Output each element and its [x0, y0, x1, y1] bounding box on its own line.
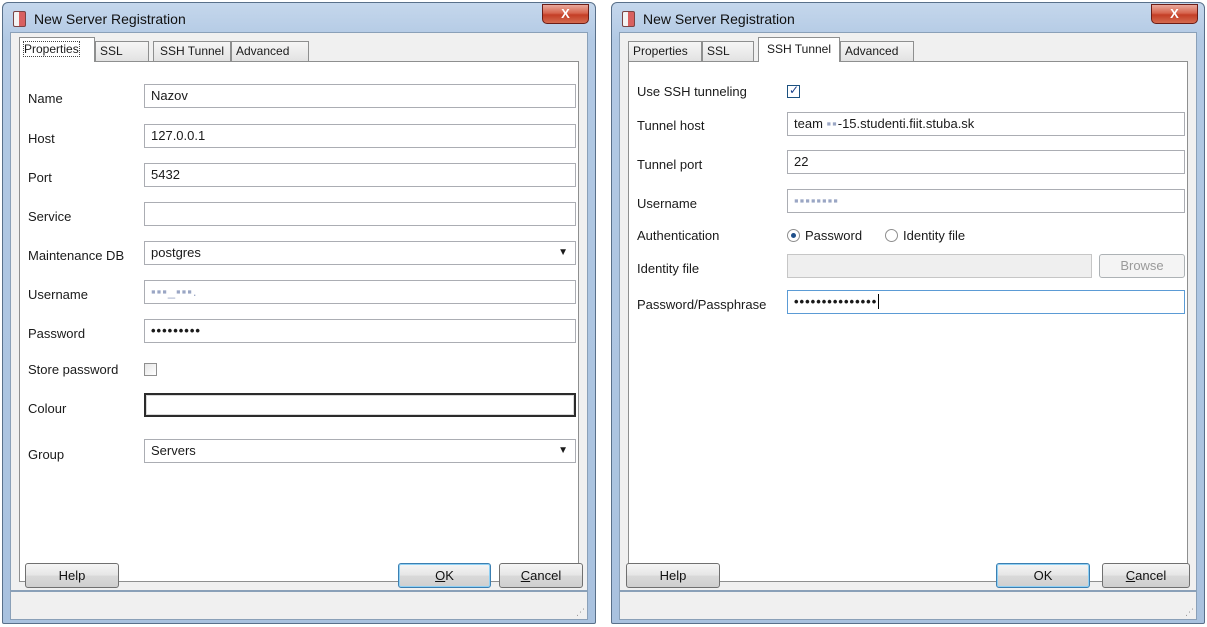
close-button[interactable]: X: [1151, 4, 1198, 24]
status-bar: ⋰: [10, 591, 588, 620]
window-title: New Server Registration: [34, 11, 186, 27]
auth-identity-file-label[interactable]: Identity file: [903, 228, 965, 243]
auth-identity-file-radio[interactable]: [885, 229, 898, 242]
service-label: Service: [28, 209, 72, 224]
name-field[interactable]: Nazov: [144, 84, 576, 108]
maintenance-db-value: postgres: [151, 245, 201, 260]
group-value: Servers: [151, 443, 196, 458]
passphrase-value: •••••••••••••••: [794, 294, 880, 309]
help-button[interactable]: Help: [25, 563, 119, 588]
store-password-checkbox[interactable]: [144, 363, 157, 376]
app-icon: [13, 11, 26, 27]
port-field[interactable]: 5432: [144, 163, 576, 187]
tunnel-host-label: Tunnel host: [637, 118, 705, 133]
tunnel-port-label: Tunnel port: [637, 157, 703, 172]
chevron-down-icon: ▼: [558, 247, 568, 258]
tunnel-host-blurred: ▪▪: [826, 116, 838, 131]
password-field[interactable]: •••••••••: [144, 319, 576, 343]
chevron-down-icon: ▼: [558, 445, 568, 456]
ok-button[interactable]: OK: [398, 563, 491, 588]
username-field[interactable]: ▪▪▪_▪▪▪.: [144, 280, 576, 304]
tab-ssh-tunnel[interactable]: SSH Tunnel: [153, 41, 231, 61]
tab-properties[interactable]: Properties: [628, 41, 702, 61]
ok-button[interactable]: OK: [996, 563, 1090, 588]
tunnel-port-field[interactable]: 22: [787, 150, 1185, 174]
dialog-body: Properties SSL SSH Tunnel Advanced Name …: [10, 32, 588, 591]
tunnel-host-prefix: team: [794, 116, 827, 131]
service-field[interactable]: [144, 202, 576, 226]
resize-grip-icon[interactable]: ⋰: [576, 607, 585, 618]
tab-advanced[interactable]: Advanced: [840, 41, 914, 61]
tunnel-host-field[interactable]: team ▪▪-15.studenti.fiit.stuba.sk: [787, 112, 1185, 136]
tunnel-host-suffix: -15.studenti.fiit.stuba.sk: [837, 116, 975, 131]
name-label: Name: [28, 91, 63, 106]
properties-page: Name Nazov Host 127.0.0.1 Port 5432 Serv…: [19, 61, 579, 582]
cancel-button[interactable]: Cancel: [1102, 563, 1190, 588]
host-field[interactable]: 127.0.0.1: [144, 124, 576, 148]
ssh-username-value: ▪▪▪▪▪▪▪▪: [794, 193, 839, 208]
auth-password-radio[interactable]: [787, 229, 800, 242]
colour-label: Colour: [28, 401, 67, 416]
dialog-body: Properties SSL SSH Tunnel Advanced Use S…: [619, 32, 1197, 591]
cancel-button[interactable]: Cancel: [499, 563, 583, 588]
checkmark-icon: ✓: [789, 83, 800, 97]
browse-button: Browse: [1099, 254, 1185, 278]
authentication-label: Authentication: [637, 228, 720, 243]
password-label: Password: [28, 326, 86, 341]
passphrase-field[interactable]: •••••••••••••••: [787, 290, 1185, 314]
server-registration-window-ssh: New Server Registration X Properties SSL…: [611, 2, 1205, 624]
app-icon: [622, 11, 635, 27]
ssh-username-label: Username: [637, 196, 697, 211]
username-label: Username: [28, 287, 88, 302]
title-bar[interactable]: New Server Registration X: [612, 3, 1204, 33]
status-bar: ⋰: [619, 591, 1197, 620]
store-password-label: Store password: [28, 362, 119, 377]
use-ssh-label: Use SSH tunneling: [637, 84, 747, 99]
title-bar[interactable]: New Server Registration X: [3, 3, 595, 33]
port-label: Port: [28, 170, 52, 185]
help-button[interactable]: Help: [626, 563, 720, 588]
ssh-tunnel-page: Use SSH tunneling ✓ Tunnel host team ▪▪-…: [628, 61, 1188, 582]
close-button[interactable]: X: [542, 4, 589, 24]
tab-ssl[interactable]: SSL: [95, 41, 149, 61]
use-ssh-checkbox[interactable]: ✓: [787, 83, 800, 98]
identity-file-label: Identity file: [637, 261, 700, 276]
tab-ssl[interactable]: SSL: [702, 41, 754, 61]
window-title: New Server Registration: [643, 11, 795, 27]
tab-ssh-tunnel[interactable]: SSH Tunnel: [758, 37, 840, 62]
auth-password-label[interactable]: Password: [805, 228, 862, 243]
server-registration-window-properties: New Server Registration X Properties SSL…: [2, 2, 596, 624]
group-label: Group: [28, 447, 65, 462]
host-label: Host: [28, 131, 55, 146]
maintenance-db-label: Maintenance DB: [28, 248, 125, 263]
colour-picker[interactable]: [144, 393, 576, 417]
tab-properties[interactable]: Properties: [19, 37, 95, 62]
identity-file-field: [787, 254, 1092, 278]
username-value: ▪▪▪_▪▪▪.: [151, 284, 198, 299]
group-select[interactable]: Servers ▼: [144, 439, 576, 463]
resize-grip-icon[interactable]: ⋰: [1185, 607, 1194, 618]
password-value: •••••••••: [151, 323, 201, 338]
passphrase-label: Password/Passphrase: [637, 297, 767, 312]
maintenance-db-select[interactable]: postgres ▼: [144, 241, 576, 265]
ssh-username-field[interactable]: ▪▪▪▪▪▪▪▪: [787, 189, 1185, 213]
tab-advanced[interactable]: Advanced: [231, 41, 309, 61]
